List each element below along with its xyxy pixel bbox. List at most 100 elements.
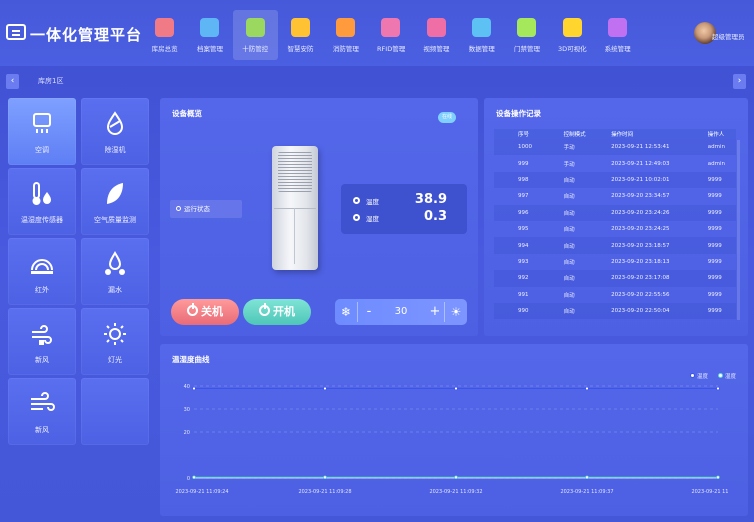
power-icon <box>187 303 198 316</box>
nav-label: RFID管理 <box>377 45 406 53</box>
humidity-reading: 湿度 0.3 <box>353 209 463 227</box>
y-tick-label: 30 <box>184 407 190 413</box>
legend-dot <box>718 373 723 378</box>
gear-icon <box>607 18 627 37</box>
device-label: 除湿机 <box>104 146 126 154</box>
power-off-button[interactable]: 关机 <box>171 299 239 325</box>
nav-item[interactable]: 库房总览 <box>142 10 187 60</box>
table-row[interactable]: 994 自动 2023-09-20 23:18:57 9999 <box>494 237 736 254</box>
power-on-button[interactable]: 开机 <box>243 299 311 325</box>
table-row[interactable]: 999 手动 2023-09-21 12:49:03 admin <box>494 155 736 171</box>
device-tile[interactable]: 红外 <box>8 238 76 305</box>
data-point <box>323 475 327 480</box>
nav-item[interactable]: 门禁管理 <box>504 10 549 60</box>
table-cell: 自动 <box>563 177 575 184</box>
table-row[interactable]: 996 自动 2023-09-20 23:24:26 9999 <box>494 204 736 221</box>
data-point <box>454 386 458 391</box>
alarm-icon <box>336 18 356 37</box>
snowflake-icon[interactable]: ❄ <box>335 299 357 325</box>
device-tile[interactable]: 新风 <box>8 308 76 375</box>
data-point <box>454 475 458 480</box>
column-header: 操作人 <box>703 129 736 139</box>
device-label: 新风 <box>35 356 49 364</box>
nav-label: 3D可视化 <box>558 45 587 53</box>
bell-icon <box>290 18 310 37</box>
device-label: 漏水 <box>108 286 122 294</box>
table-cell: 995 <box>518 226 529 233</box>
radio-icon <box>353 214 360 221</box>
reading-label: 湿度 <box>366 215 379 223</box>
device-tile[interactable] <box>81 378 149 445</box>
table-cell: 自动 <box>563 210 575 217</box>
table-cell: 2023-09-20 23:17:08 <box>611 275 670 282</box>
nav-item[interactable]: 系统管理 <box>595 10 640 60</box>
table-row[interactable]: 990 自动 2023-09-20 22:50:04 9999 <box>494 302 736 320</box>
table-cell: 2023-09-20 22:50:04 <box>611 308 670 315</box>
table-row[interactable]: 991 自动 2023-09-20 22:55:56 9999 <box>494 287 736 303</box>
id-card-icon <box>517 18 537 37</box>
device-tile[interactable]: 空调 <box>8 98 76 165</box>
nav-label: 库房总览 <box>151 45 178 53</box>
table-cell: 994 <box>518 242 529 249</box>
online-badge: 在线 <box>438 112 456 123</box>
scrollbar[interactable] <box>737 140 740 320</box>
nav-label: 智慧安防 <box>287 45 314 53</box>
table-row[interactable]: 995 自动 2023-09-20 23:24:25 9999 <box>494 221 736 237</box>
nav-item[interactable]: 智慧安防 <box>278 10 323 60</box>
table-cell: 自动 <box>563 194 575 201</box>
device-label: 红外 <box>35 286 49 294</box>
nav-item[interactable]: RFID管理 <box>368 10 413 60</box>
scroll-right-button[interactable]: › <box>733 74 746 89</box>
panel-title: 设备操作记录 <box>496 109 541 118</box>
x-tick-label: 2023-09-21 11:09:28 <box>298 489 351 495</box>
nav-label: 门禁管理 <box>514 45 541 53</box>
table-row[interactable]: 993 自动 2023-09-20 23:18:13 9999 <box>494 254 736 270</box>
water-drop-icon <box>105 251 125 275</box>
y-tick-label: 0 <box>187 476 190 482</box>
main-nav: 库房总览 档案管理 十防管控 智慧安防 消防管理 RFID管理 视频管理 数据管理 门禁管理 3D… <box>142 10 640 60</box>
table-cell: 2023-09-20 23:18:57 <box>611 242 670 249</box>
device-tile[interactable]: 温湿度传感器 <box>8 168 76 235</box>
legend-item[interactable]: 湿度 <box>718 372 736 380</box>
user-name[interactable]: 超级管理员 <box>712 31 745 41</box>
table-row[interactable]: 998 自动 2023-09-21 10:02:01 9999 <box>494 171 736 189</box>
device-label: 空气质量监测 <box>94 216 136 224</box>
table-cell: 2023-09-20 23:18:13 <box>611 258 670 265</box>
wind-icon <box>31 392 55 411</box>
fresh-air-icon <box>32 325 52 345</box>
x-tick-label: 2023-09-21 11:09:37 <box>560 489 613 495</box>
legend-item[interactable]: 温度 <box>690 372 708 380</box>
nav-item[interactable]: 消防管理 <box>323 10 368 60</box>
device-tile[interactable]: 空气质量监测 <box>81 168 149 235</box>
nav-item[interactable]: 档案管理 <box>187 10 232 60</box>
table-cell: 992 <box>518 275 529 282</box>
table-row[interactable]: 992 自动 2023-09-20 23:17:08 9999 <box>494 270 736 287</box>
device-tile[interactable]: 灯光 <box>81 308 149 375</box>
temperature-humidity-chart: 0 20 30 40 2023-09-21 11:09:24 2023-09-21 11:… <box>175 384 728 495</box>
table-cell: 999 <box>518 160 529 167</box>
increase-button[interactable]: + <box>427 299 443 325</box>
table-row[interactable]: 1000 手动 2023-09-21 12:53:41 admin <box>494 139 736 156</box>
column-header: 控制模式 <box>551 129 604 139</box>
sun-icon[interactable]: ☀ <box>445 299 467 325</box>
nav-item[interactable]: 视频管理 <box>414 10 459 60</box>
nav-item[interactable]: 数据管理 <box>459 10 504 60</box>
table-row[interactable]: 997 自动 2023-09-20 23:34:57 9999 <box>494 188 736 204</box>
scroll-left-button[interactable]: ‹ <box>6 74 19 89</box>
nav-label: 系统管理 <box>604 45 631 53</box>
readings-box: 温度 38.9 湿度 0.3 <box>341 184 467 234</box>
device-label: 温湿度传感器 <box>21 216 63 224</box>
decrease-button[interactable]: - <box>361 299 377 325</box>
data-point <box>585 475 589 480</box>
device-tile[interactable]: 漏水 <box>81 238 149 305</box>
nav-item[interactable]: 3D可视化 <box>550 10 595 60</box>
breadcrumb: 库房1区 <box>38 77 64 85</box>
data-point <box>585 386 589 391</box>
nav-item[interactable]: 十防管控 <box>232 10 278 60</box>
table-cell: 自动 <box>563 276 575 283</box>
table-cell: 2023-09-20 22:55:56 <box>611 291 670 298</box>
device-tile[interactable]: 除湿机 <box>81 98 149 165</box>
device-tile[interactable]: 新风 <box>8 378 76 445</box>
power-off-label: 关机 <box>201 305 223 318</box>
table-cell: 991 <box>518 291 529 298</box>
